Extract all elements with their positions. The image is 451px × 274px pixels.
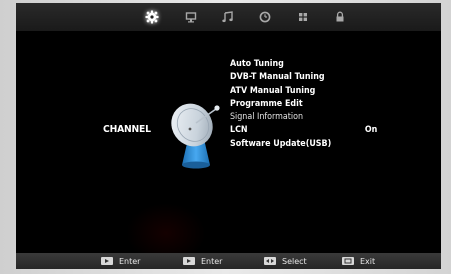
tv-screen: CHANNEL Auto Tuning DVB-T Manual Tuning … (16, 3, 441, 269)
lcn-value: On (364, 124, 378, 135)
lock-icon (336, 11, 344, 22)
monitor-icon (185, 12, 197, 23)
menu-item-label: Programme Edit (230, 97, 303, 108)
hint-select: Select (264, 256, 307, 266)
menu-item-lcn[interactable]: LCN On (230, 123, 377, 136)
menu-item-programme-edit[interactable]: Programme Edit (230, 97, 331, 110)
hint-label: Exit (360, 256, 376, 266)
enter-key-icon (183, 257, 195, 265)
hint-exit: Exit (342, 256, 375, 266)
menu-item-software-update-usb[interactable]: Software Update(USB) (230, 137, 331, 150)
select-key-icon (264, 257, 276, 265)
tab-sound[interactable] (220, 9, 236, 25)
channel-menu: Auto Tuning DVB-T Manual Tuning ATV Manu… (230, 57, 377, 150)
music-note-icon (222, 11, 233, 23)
tab-setup[interactable] (295, 9, 311, 25)
hint-enter: Enter (101, 256, 140, 266)
tab-time[interactable] (257, 9, 273, 25)
exit-key-icon (342, 257, 354, 265)
menu-item-dvb-t-manual-tuning[interactable]: DVB-T Manual Tuning (230, 70, 331, 83)
tab-picture[interactable] (183, 9, 199, 25)
hint-enter-2: Enter (183, 256, 222, 266)
menu-item-label: Software Update(USB) (230, 137, 332, 148)
menu-item-signal-information[interactable]: Signal Information (230, 110, 331, 123)
menu-item-label: Signal Information (230, 111, 304, 122)
satellite-gear-icon (145, 10, 159, 24)
menu-item-auto-tuning[interactable]: Auto Tuning (230, 57, 331, 70)
hint-label: Select (282, 256, 307, 266)
tab-lock[interactable] (332, 9, 348, 25)
hint-label: Enter (119, 256, 141, 266)
hint-label: Enter (201, 256, 223, 266)
key-hint-bar: Enter Enter Select Exit (16, 253, 441, 269)
menu-item-atv-manual-tuning[interactable]: ATV Manual Tuning (230, 84, 331, 97)
satellite-dish-icon (171, 103, 220, 169)
menu-item-label: ATV Manual Tuning (230, 84, 316, 95)
clock-icon (259, 11, 271, 23)
menu-tab-bar (16, 3, 441, 31)
menu-item-label: LCN (230, 124, 248, 135)
tab-channel[interactable] (144, 9, 160, 25)
menu-item-label: DVB-T Manual Tuning (230, 71, 325, 82)
grid-icon (299, 13, 307, 21)
menu-item-label: Auto Tuning (230, 58, 284, 68)
enter-key-icon (101, 257, 113, 265)
section-title: CHANNEL (103, 124, 151, 135)
